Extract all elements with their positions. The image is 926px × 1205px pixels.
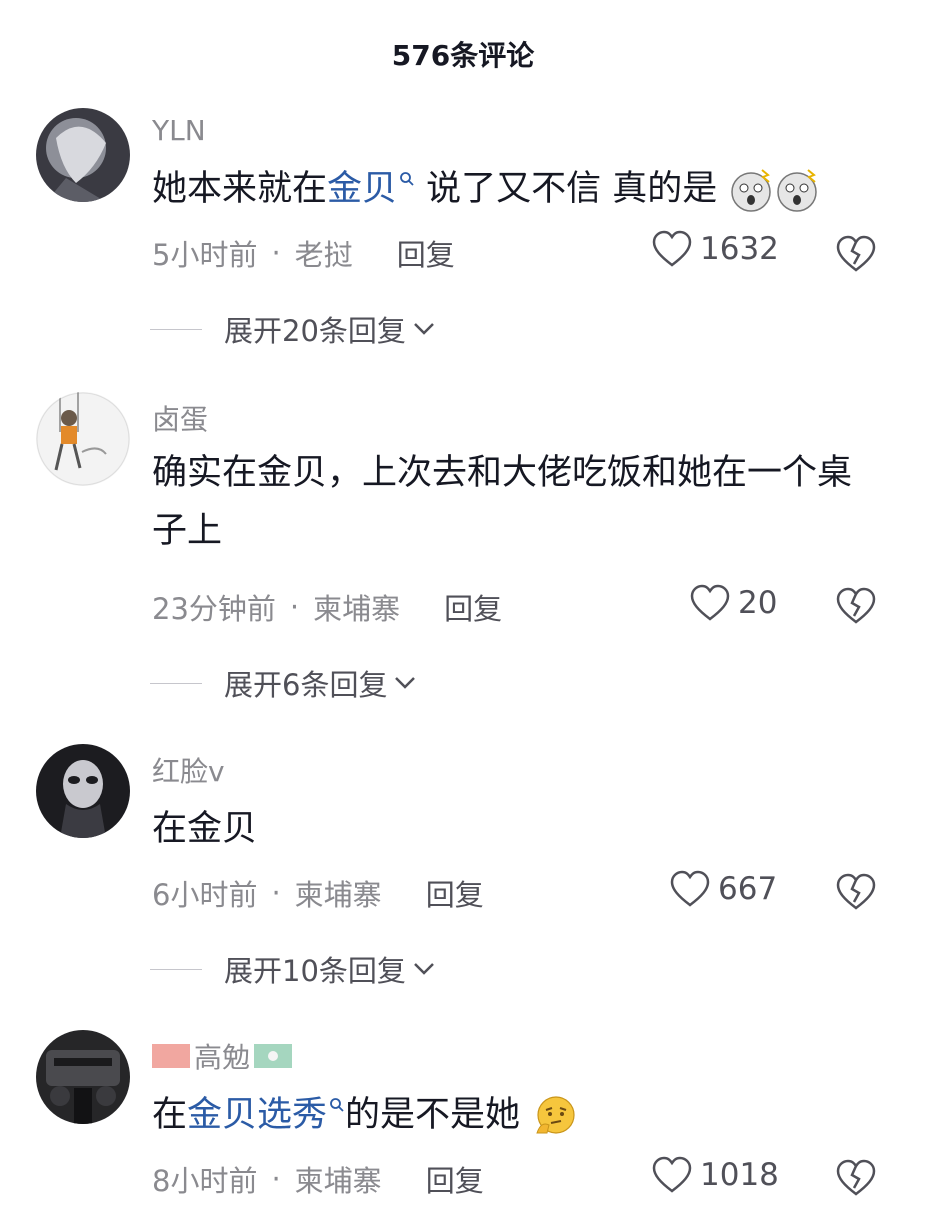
- thinking-emoji: [536, 1096, 575, 1134]
- comment-text: 确实在金贝，上次去和大佬吃饭和她在一个桌子上: [152, 453, 853, 551]
- shocked-emoji: [777, 169, 818, 212]
- comment-meta: 23分钟前 · 柬埔寨 回复: [152, 586, 502, 628]
- username[interactable]: 红脸v: [152, 750, 225, 790]
- search-link[interactable]: 金贝: [327, 169, 397, 209]
- like-button[interactable]: 1632: [652, 230, 779, 268]
- comment-text: 她本来就在金贝 说了又不信 真的是: [152, 160, 872, 218]
- comment-meta: 8小时前 · 柬埔寨 回复: [152, 1158, 484, 1200]
- heart-icon: [652, 230, 692, 267]
- expand-replies-label: 展开6条回复: [224, 668, 388, 702]
- separator-dot: ·: [271, 236, 281, 270]
- search-icon: [330, 1098, 344, 1112]
- expand-replies-label: 展开10条回复: [224, 954, 406, 988]
- username[interactable]: YLN: [152, 114, 206, 147]
- expand-replies-label: 展开20条回复: [224, 314, 406, 348]
- like-button[interactable]: 20: [690, 584, 777, 622]
- avatar[interactable]: [36, 392, 130, 486]
- separator-dot: ·: [289, 590, 300, 624]
- comment-text-part: 她本来就在: [152, 169, 328, 209]
- username[interactable]: 卤蛋: [152, 398, 208, 438]
- like-count: 20: [738, 585, 778, 621]
- location: 柬埔寨: [294, 1164, 382, 1198]
- shocked-emoji: [731, 169, 772, 212]
- username-text: 高勉: [194, 1041, 251, 1074]
- timestamp: 5小时前: [152, 238, 258, 272]
- chevron-down-icon: [414, 323, 434, 335]
- search-icon: [400, 172, 414, 186]
- avatar[interactable]: [36, 744, 130, 838]
- flag-icon: [152, 1044, 190, 1068]
- location: 柬埔寨: [313, 592, 401, 626]
- comment-panel: 576条评论 YLN 她本来就在金贝 说了又不信 真的是 5小时前 · 老挝 回…: [0, 0, 926, 1205]
- divider-line: [150, 968, 202, 970]
- heart-icon: [670, 870, 710, 907]
- comment-header: 576条评论: [0, 24, 926, 84]
- timestamp: 8小时前: [152, 1164, 258, 1198]
- like-button[interactable]: 1018: [652, 1156, 779, 1194]
- like-count: 667: [718, 871, 778, 907]
- divider-line: [150, 682, 202, 684]
- comment-text: 在金贝: [152, 809, 258, 849]
- chevron-down-icon: [414, 963, 434, 975]
- comment-text-part: 说了又不信 真的是: [415, 169, 718, 209]
- timestamp: 23分钟前: [152, 592, 276, 626]
- reply-button[interactable]: 回复: [444, 586, 502, 628]
- search-link[interactable]: 金贝选秀: [187, 1095, 327, 1135]
- heart-icon: [652, 1156, 692, 1193]
- broken-heart-icon[interactable]: [836, 586, 876, 626]
- username[interactable]: 高勉: [152, 1036, 296, 1076]
- location: 老挝: [294, 238, 353, 272]
- comment-count-title: 576条评论: [391, 39, 535, 72]
- like-count: 1632: [700, 231, 779, 267]
- divider-line: [150, 328, 202, 330]
- comment-text-part: 的是不是她: [345, 1095, 521, 1135]
- separator-dot: ·: [271, 876, 281, 910]
- location: 柬埔寨: [294, 878, 382, 912]
- broken-heart-icon[interactable]: [836, 872, 876, 912]
- comment-meta: 5小时前 · 老挝 回复: [152, 232, 455, 274]
- chevron-down-icon: [395, 677, 416, 689]
- like-button[interactable]: 667: [670, 870, 777, 908]
- like-count: 1018: [700, 1157, 779, 1193]
- comment-text: 在金贝选秀 的是不是她: [152, 1086, 872, 1144]
- expand-replies-button[interactable]: 展开20条回复: [150, 308, 436, 350]
- heart-icon: [690, 584, 730, 621]
- separator-dot: ·: [271, 1162, 281, 1196]
- broken-heart-icon[interactable]: [836, 1158, 876, 1198]
- avatar[interactable]: [36, 1030, 130, 1124]
- flag-icon: [254, 1044, 293, 1068]
- avatar[interactable]: [36, 108, 130, 202]
- reply-button[interactable]: 回复: [397, 232, 455, 274]
- expand-replies-button[interactable]: 展开6条回复: [150, 662, 417, 704]
- comment-text-part: 在: [152, 1095, 188, 1135]
- expand-replies-button[interactable]: 展开10条回复: [150, 948, 436, 990]
- timestamp: 6小时前: [152, 878, 258, 912]
- reply-button[interactable]: 回复: [426, 872, 484, 914]
- broken-heart-icon[interactable]: [836, 234, 876, 274]
- reply-button[interactable]: 回复: [426, 1158, 484, 1200]
- comment-meta: 6小时前 · 柬埔寨 回复: [152, 872, 484, 914]
